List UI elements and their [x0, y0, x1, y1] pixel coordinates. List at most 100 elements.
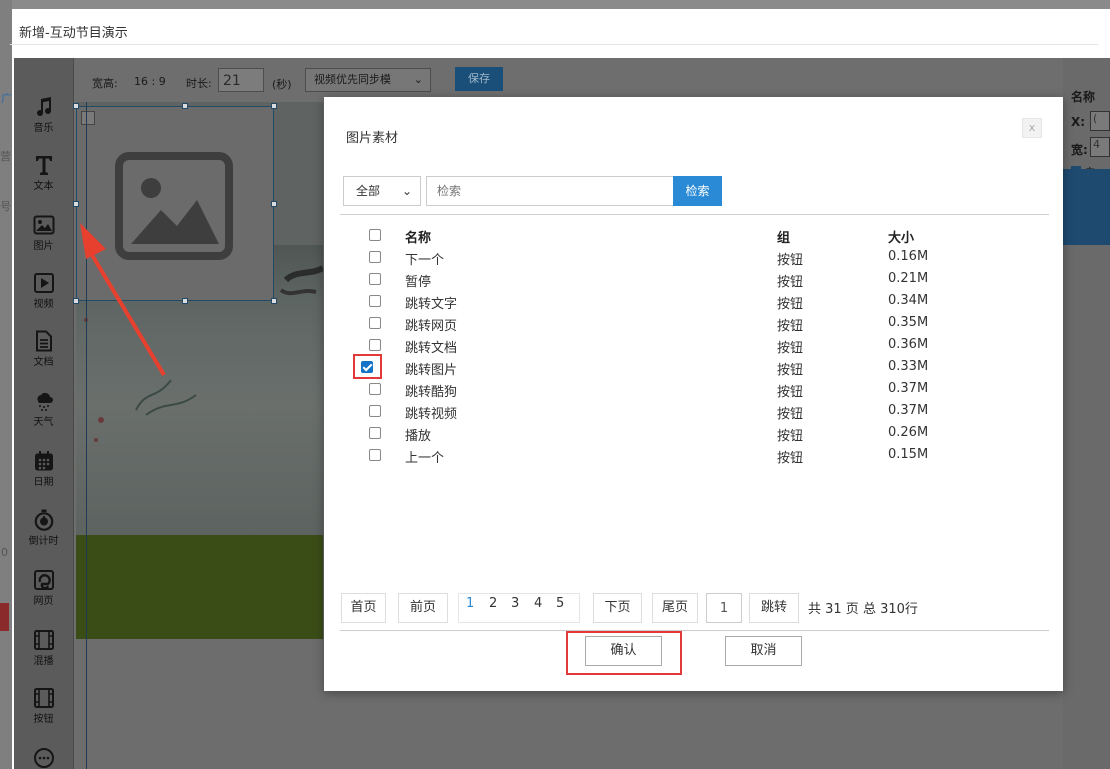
row-group: 按钮 — [777, 319, 804, 334]
first-page-button[interactable]: 首页 — [341, 593, 386, 623]
row-group: 按钮 — [777, 407, 804, 422]
tool-music-label: 音乐 — [33, 123, 54, 134]
tool-webpage-label: 网页 — [33, 596, 54, 607]
checkbox-highlight-annotation — [353, 354, 382, 379]
jump-page-input[interactable] — [706, 593, 742, 623]
sync-mode-select[interactable]: 视频优先同步模 ⌄ — [305, 68, 431, 92]
tool-date[interactable]: 日期 — [14, 450, 73, 488]
tool-document-label: 文档 — [33, 357, 54, 368]
row-group: 按钮 — [777, 451, 804, 466]
page-number[interactable]: 5 — [556, 596, 564, 611]
window-top-strip — [0, 0, 1110, 9]
row-size: 0.37M — [888, 403, 929, 418]
resize-handle-b[interactable] — [182, 298, 188, 304]
music-icon — [36, 97, 51, 117]
edge-text-3: 号 — [0, 200, 11, 213]
row-name: 暂停 — [405, 275, 432, 290]
duration-input[interactable]: 21 — [218, 68, 264, 92]
column-header-group: 组 — [777, 231, 791, 246]
tool-weather[interactable]: 天气 — [14, 390, 73, 428]
tool-music[interactable]: 音乐 — [14, 96, 73, 134]
row-size: 0.26M — [888, 425, 929, 440]
last-page-button[interactable]: 尾页 — [652, 593, 698, 623]
resize-handle-br[interactable] — [271, 298, 277, 304]
search-button[interactable]: 检索 — [673, 176, 722, 206]
document-icon — [35, 330, 52, 352]
jump-button[interactable]: 跳转 — [749, 593, 799, 623]
row-group: 按钮 — [777, 385, 804, 400]
mixed-play-icon — [33, 630, 54, 650]
tool-video-label: 视频 — [33, 299, 54, 310]
toolbox: 音乐 文本 图片 视频 文档 天气 日期 倒计时 网页 混播 按钮 — [14, 58, 74, 769]
page-number[interactable]: 2 — [489, 596, 497, 611]
prev-page-button[interactable]: 前页 — [398, 593, 448, 623]
row-checkbox[interactable] — [369, 251, 381, 263]
canvas-guide-line — [86, 102, 87, 769]
window-title: 新增-互动节目演示 — [19, 26, 128, 41]
save-button[interactable]: 保存 — [455, 67, 503, 91]
tool-document[interactable]: 文档 — [14, 330, 73, 368]
tool-countdown[interactable]: 倒计时 — [14, 509, 73, 547]
tool-button[interactable]: 按钮 — [14, 687, 73, 725]
group-filter-value: 全部 — [356, 184, 381, 198]
button-icon — [33, 688, 54, 708]
resize-handle-l[interactable] — [73, 201, 79, 207]
row-name: 跳转文档 — [405, 341, 458, 356]
tool-button-label: 按钮 — [33, 714, 54, 725]
page-number-current[interactable]: 1 — [466, 596, 474, 611]
row-name: 下一个 — [405, 253, 445, 268]
text-icon — [35, 156, 52, 175]
cancel-button[interactable]: 取消 — [725, 636, 802, 666]
row-checkbox[interactable] — [369, 339, 381, 351]
close-icon[interactable]: x — [1022, 118, 1042, 138]
tool-mixed-play[interactable]: 混播 — [14, 629, 73, 667]
resize-handle-r[interactable] — [271, 201, 277, 207]
ratio-value: 16 : 9 — [134, 75, 166, 88]
prop-action-button[interactable] — [1063, 169, 1110, 245]
row-checkbox[interactable] — [369, 383, 381, 395]
edge-red-button[interactable] — [0, 603, 9, 631]
pagination-total: 共 31 页 总 310行 — [808, 602, 918, 617]
row-size: 0.34M — [888, 293, 929, 308]
row-checkbox[interactable] — [369, 449, 381, 461]
row-checkbox[interactable] — [369, 273, 381, 285]
row-checkbox[interactable] — [369, 405, 381, 417]
prop-width-input[interactable]: 4 — [1090, 137, 1110, 157]
tool-text[interactable]: 文本 — [14, 154, 73, 192]
title-divider — [10, 44, 1098, 45]
chevron-down-icon: ⌄ — [413, 73, 423, 86]
group-filter-select[interactable]: 全部 ⌄ — [343, 176, 421, 206]
row-name: 跳转视频 — [405, 407, 458, 422]
row-checkbox[interactable] — [369, 427, 381, 439]
search-input[interactable] — [426, 176, 674, 206]
prop-width-label: 宽: — [1071, 143, 1088, 157]
tool-video[interactable]: 视频 — [14, 272, 73, 310]
edge-text-4: 0 — [1, 546, 8, 559]
ratio-label: 宽高: — [92, 77, 118, 90]
calendar-icon — [34, 451, 53, 471]
row-name: 上一个 — [405, 451, 445, 466]
tool-more[interactable] — [14, 747, 73, 769]
row-name: 播放 — [405, 429, 432, 444]
stopwatch-icon — [34, 509, 53, 531]
resize-handle-tl[interactable] — [73, 103, 79, 109]
weather-icon — [36, 392, 53, 411]
sync-mode-value: 视频优先同步模 — [314, 73, 391, 86]
element-checkbox[interactable] — [81, 111, 95, 125]
row-checkbox[interactable] — [369, 317, 381, 329]
resize-handle-t[interactable] — [182, 103, 188, 109]
next-page-button[interactable]: 下页 — [593, 593, 642, 623]
page-number[interactable]: 4 — [534, 596, 542, 611]
tool-image[interactable]: 图片 — [14, 214, 73, 252]
tool-mixed-play-label: 混播 — [33, 656, 54, 667]
row-size: 0.16M — [888, 249, 929, 264]
dialog-title: 图片素材 — [346, 131, 399, 146]
resize-handle-tr[interactable] — [271, 103, 277, 109]
prop-x-input[interactable]: ( — [1090, 111, 1110, 131]
tool-webpage[interactable]: 网页 — [14, 569, 73, 607]
row-checkbox[interactable] — [369, 295, 381, 307]
page-number[interactable]: 3 — [511, 596, 519, 611]
edge-text-2: 营 — [0, 150, 11, 163]
video-icon — [33, 273, 54, 293]
select-all-checkbox[interactable] — [369, 229, 381, 241]
